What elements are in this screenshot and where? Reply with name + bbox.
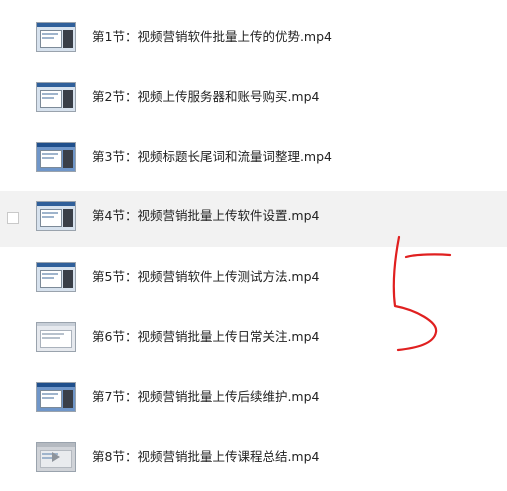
file-row-1[interactable]: 第1节：视频营销软件批量上传的优势.mp4 [0, 12, 507, 68]
file-row-7[interactable]: 第7节：视频营销批量上传后续维护.mp4 [0, 372, 507, 428]
file-name[interactable]: 第1节：视频营销软件批量上传的优势.mp4 [92, 29, 332, 45]
file-name[interactable]: 第3节：视频标题长尾词和流量词整理.mp4 [92, 149, 332, 165]
video-thumbnail-icon [36, 262, 76, 292]
video-thumbnail-icon [36, 322, 76, 352]
video-thumbnail-icon [36, 22, 76, 52]
file-name[interactable]: 第7节：视频营销批量上传后续维护.mp4 [92, 389, 320, 405]
video-thumbnail-icon [36, 201, 76, 231]
file-name[interactable]: 第8节：视频营销批量上传课程总结.mp4 [92, 449, 320, 465]
video-thumbnail-icon [36, 382, 76, 412]
file-name[interactable]: 第2节：视频上传服务器和账号购买.mp4 [92, 89, 320, 105]
row-checkbox[interactable] [7, 212, 19, 224]
file-name[interactable]: 第5节：视频营销软件上传测试方法.mp4 [92, 269, 320, 285]
file-row-8[interactable]: 第8节：视频营销批量上传课程总结.mp4 [0, 432, 507, 488]
file-row-3[interactable]: 第3节：视频标题长尾词和流量词整理.mp4 [0, 132, 507, 188]
video-thumbnail-icon [36, 82, 76, 112]
handwritten-digit-annotation [392, 235, 452, 352]
file-name[interactable]: 第6节：视频营销批量上传日常关注.mp4 [92, 329, 320, 345]
file-row-2[interactable]: 第2节：视频上传服务器和账号购买.mp4 [0, 72, 507, 128]
video-thumbnail-icon [36, 442, 76, 472]
file-name[interactable]: 第4节：视频营销批量上传软件设置.mp4 [92, 208, 320, 224]
video-thumbnail-icon [36, 142, 76, 172]
